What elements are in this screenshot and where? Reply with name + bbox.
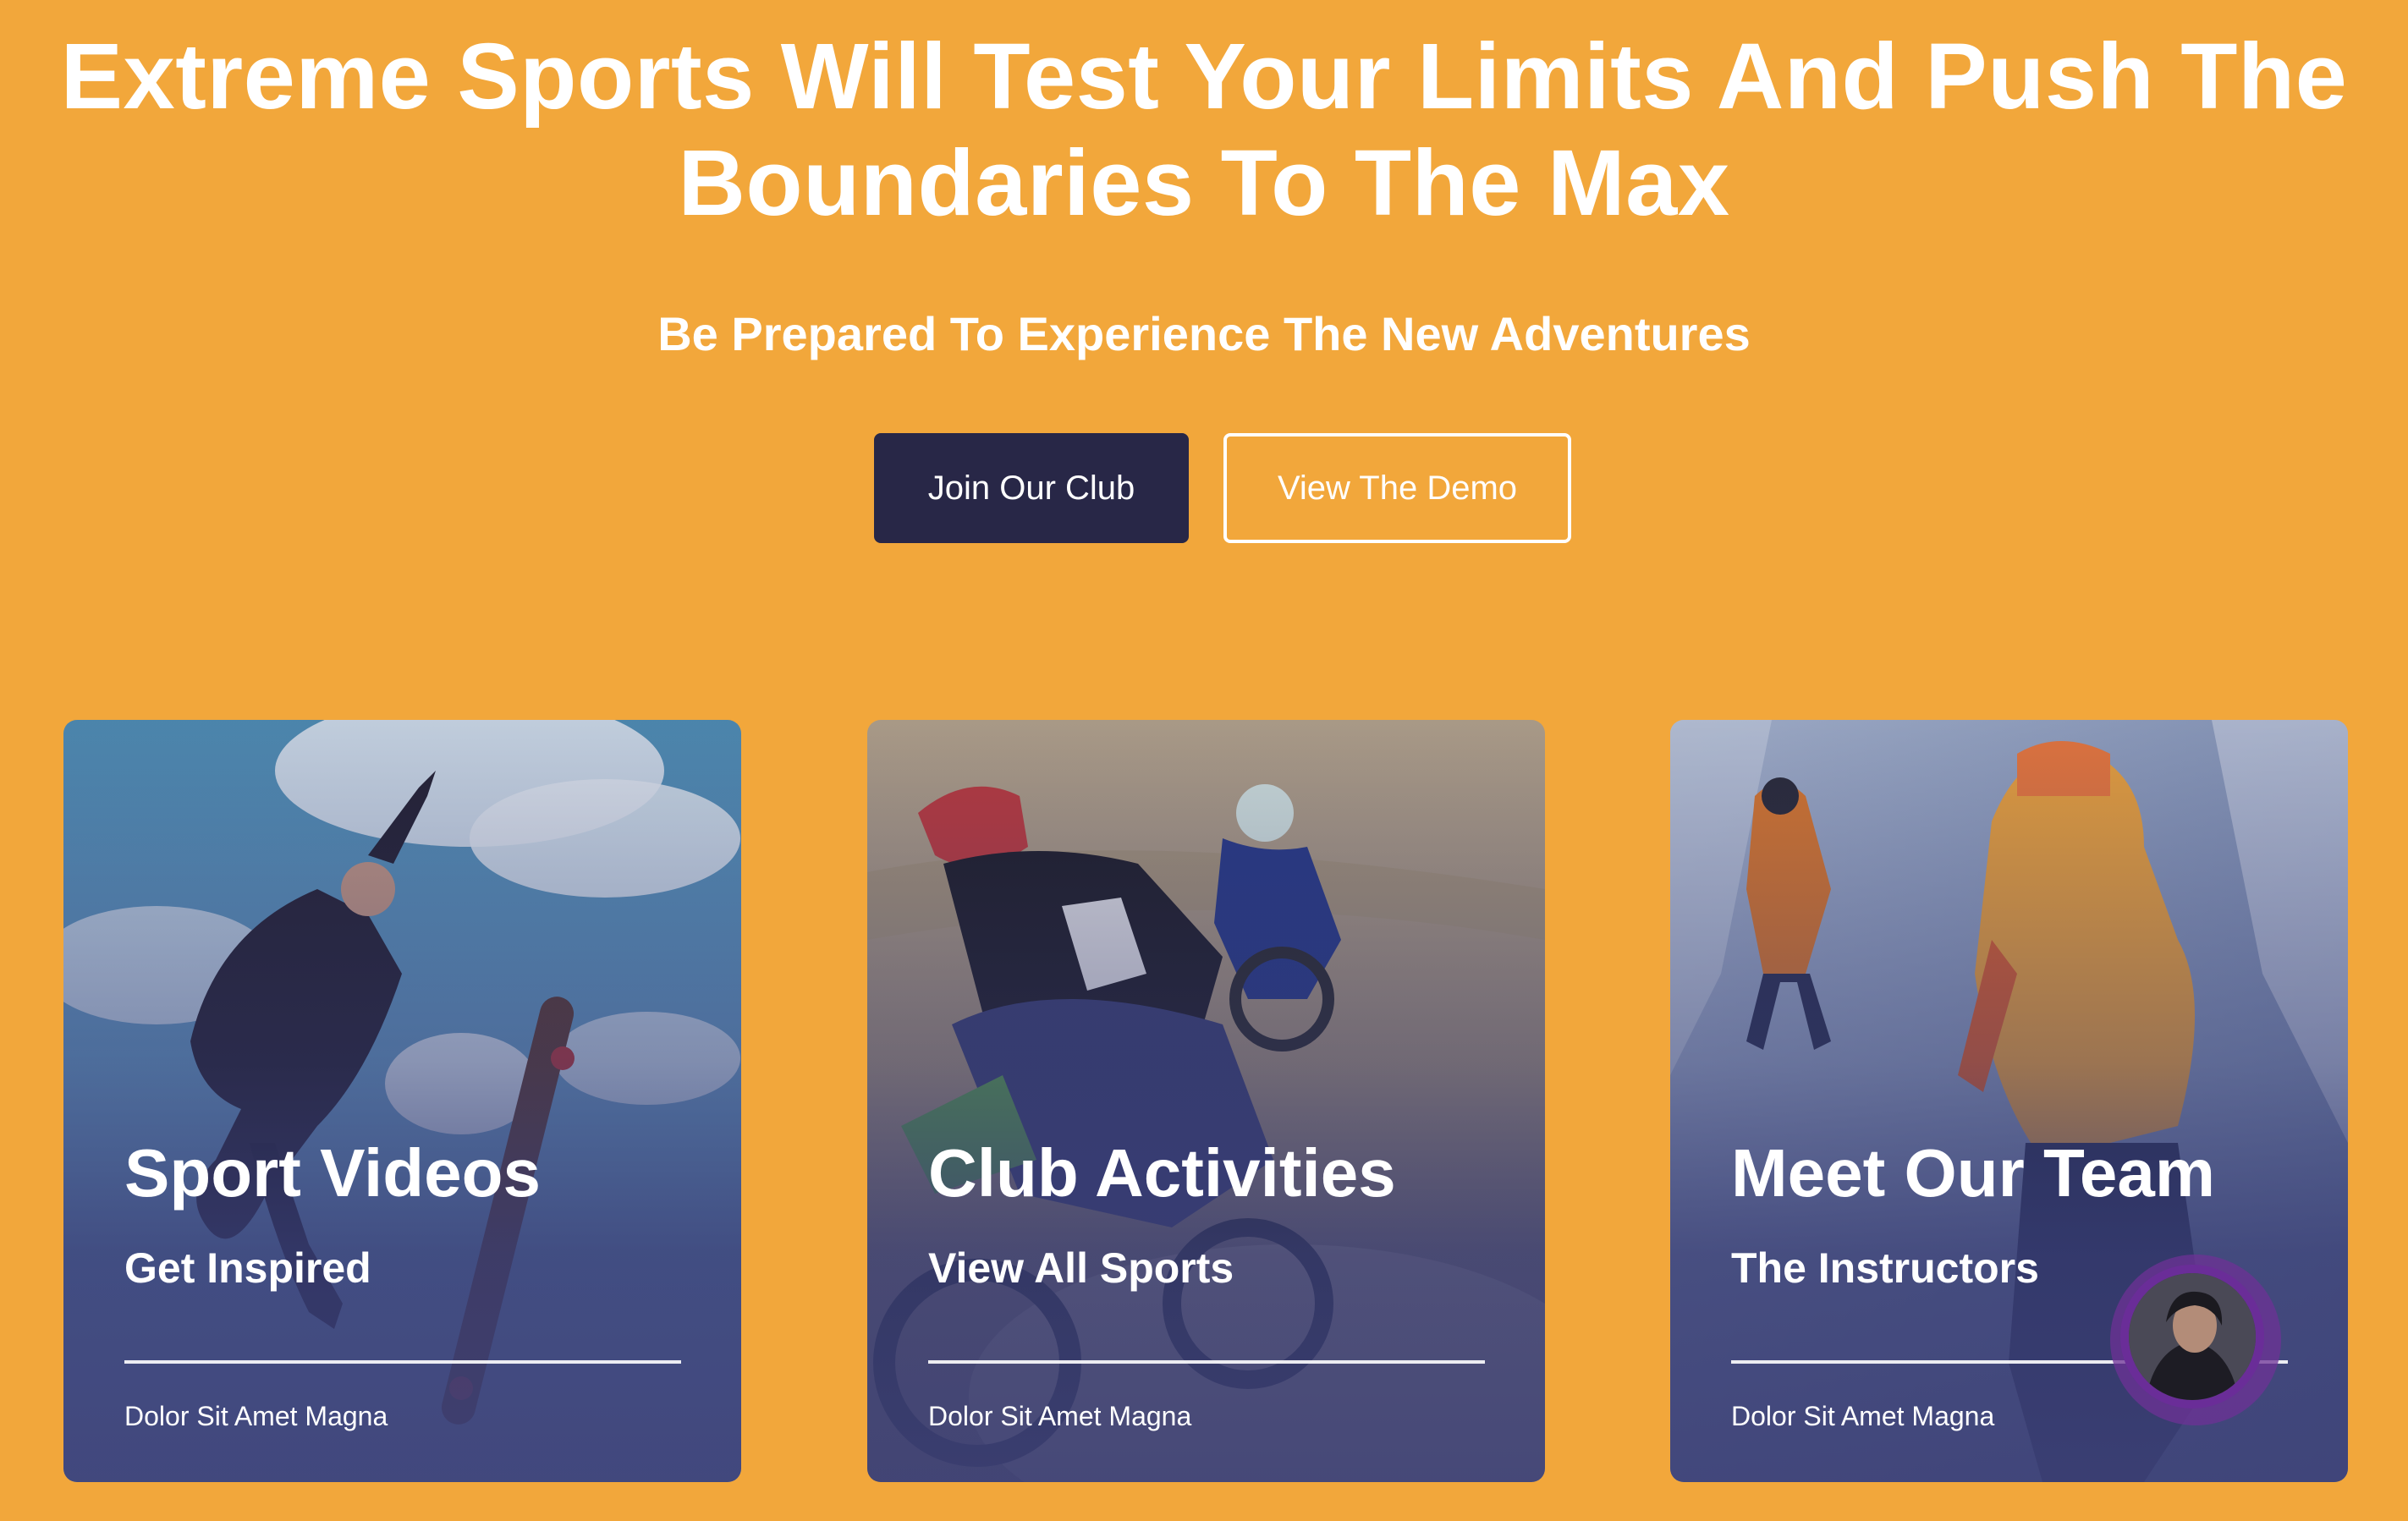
card-title: Meet Our Team xyxy=(1731,1135,2215,1211)
card-meta: Dolor Sit Amet Magna xyxy=(1731,1401,1995,1431)
card-divider xyxy=(124,1360,681,1364)
card-club-activities[interactable]: Club Activities View All Sports Dolor Si… xyxy=(867,720,1545,1482)
card-title: Sport Videos xyxy=(124,1135,541,1211)
instructor-portrait-icon xyxy=(2129,1273,2256,1400)
card-subtitle: The Instructors xyxy=(1731,1244,2039,1292)
card-overlay xyxy=(63,720,741,1482)
card-sport-videos[interactable]: Sport Videos Get Inspired Dolor Sit Amet… xyxy=(63,720,741,1482)
card-meta: Dolor Sit Amet Magna xyxy=(124,1401,388,1431)
card-divider xyxy=(928,1360,1485,1364)
card-meet-our-team[interactable]: Meet Our Team The Instructors Dolor Sit … xyxy=(1670,720,2348,1482)
hero-title: Extreme Sports Will Test Your Limits And… xyxy=(60,25,2348,235)
card-meta: Dolor Sit Amet Magna xyxy=(928,1401,1192,1431)
card-subtitle: Get Inspired xyxy=(124,1244,371,1292)
card-title: Club Activities xyxy=(928,1135,1396,1211)
join-our-club-button[interactable]: Join Our Club xyxy=(874,433,1189,543)
card-overlay xyxy=(867,720,1545,1482)
view-the-demo-button[interactable]: View The Demo xyxy=(1223,433,1571,543)
hero-subtitle: Be Prepared To Experience The New Advent… xyxy=(657,307,1751,360)
avatar[interactable] xyxy=(2120,1265,2264,1408)
card-subtitle: View All Sports xyxy=(928,1244,1234,1292)
